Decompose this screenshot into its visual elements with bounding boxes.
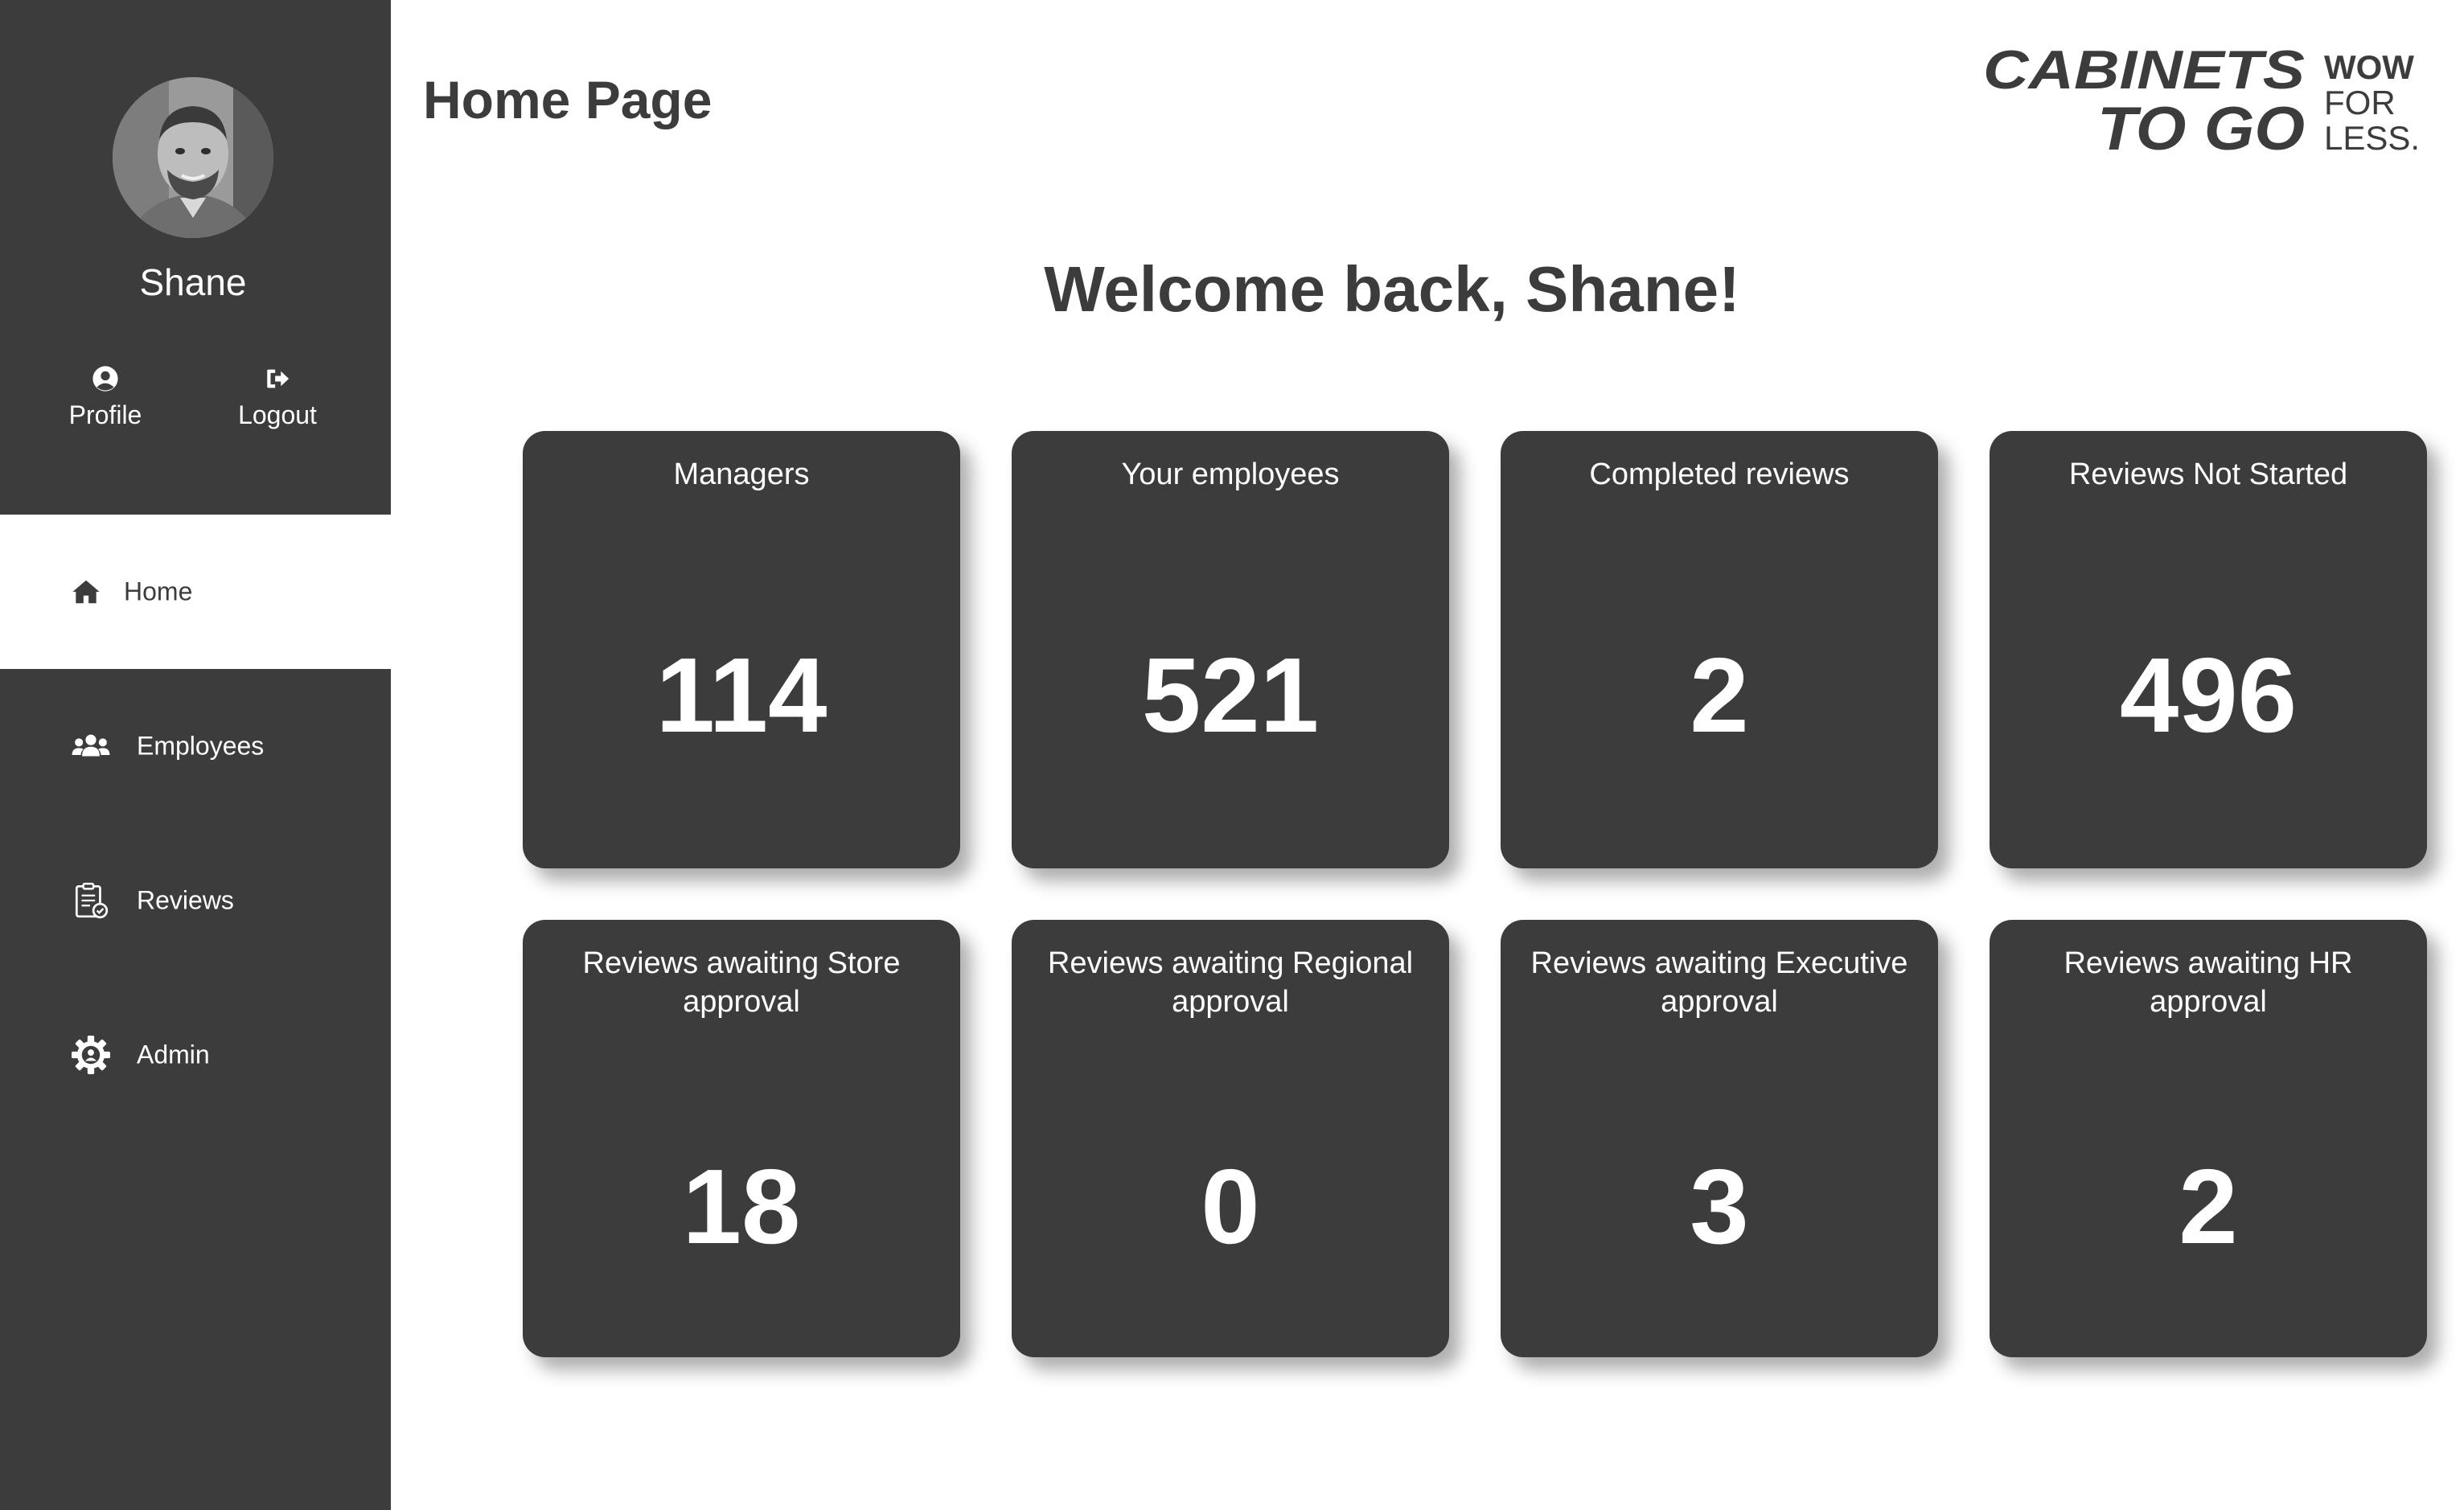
user-circle-icon	[92, 366, 118, 392]
sidebar-item-label: Reviews	[137, 885, 234, 915]
users-icon	[72, 734, 110, 757]
stat-card-title: Reviews awaiting Store approval	[582, 946, 901, 1019]
home-icon	[72, 580, 100, 604]
stat-card-title: Completed reviews	[1589, 458, 1850, 491]
sidebar-item-admin[interactable]: Admin	[0, 978, 391, 1132]
stat-card-title: Managers	[673, 458, 810, 491]
logout-button[interactable]: Logout	[209, 365, 346, 430]
sidebar-item-home[interactable]: Home	[0, 515, 391, 669]
avatar-photo	[113, 77, 273, 238]
clipboard-icon	[75, 882, 109, 919]
stat-card-your-employees[interactable]: Your employees 521	[1012, 431, 1449, 868]
profile-button[interactable]: Profile	[37, 365, 174, 430]
welcome-message: Welcome back, Shane!	[1044, 253, 1740, 325]
sidebar: Shane Profile Logout Home Employees Revi…	[0, 0, 391, 1510]
stat-card-completed-reviews[interactable]: Completed reviews 2	[1501, 431, 1938, 868]
stat-card-title: Reviews awaiting Regional approval	[1047, 946, 1414, 1019]
logo-tag2: FOR	[2324, 84, 2396, 121]
logout-label: Logout	[238, 400, 317, 429]
avatar[interactable]	[113, 77, 273, 238]
sidebar-item-reviews[interactable]: Reviews	[0, 823, 391, 978]
stat-card-awaiting-hr[interactable]: Reviews awaiting HR approval 2	[1990, 920, 2427, 1357]
brand-logo[interactable]: CABINETS TO GO WOW FOR LESS.	[1983, 47, 2425, 159]
stat-card-reviews-not-started[interactable]: Reviews Not Started 496	[1990, 431, 2427, 868]
stat-card-value: 521	[1141, 636, 1320, 754]
user-name: Shane	[139, 261, 247, 303]
stat-card-awaiting-regional[interactable]: Reviews awaiting Regional approval 0	[1012, 920, 1449, 1357]
stat-card-awaiting-store[interactable]: Reviews awaiting Store approval 18	[523, 920, 960, 1357]
sidebar-item-employees[interactable]: Employees	[0, 669, 391, 823]
logo-line1: CABINETS	[1983, 47, 2305, 101]
sign-out-icon	[267, 369, 290, 388]
stat-card-title: Reviews awaiting Executive approval	[1530, 946, 1908, 1019]
page-title: Home Page	[423, 70, 713, 129]
sidebar-item-label: Home	[124, 577, 193, 606]
stat-card-value: 18	[682, 1147, 801, 1266]
stat-card-title: Your employees	[1121, 458, 1340, 491]
stat-card-title: Reviews Not Started	[2068, 458, 2348, 491]
stat-card-value: 0	[1201, 1147, 1260, 1266]
profile-label: Profile	[68, 400, 142, 429]
stat-card-value: 2	[2179, 1147, 2238, 1266]
sidebar-item-label: Employees	[137, 731, 265, 761]
stat-card-awaiting-executive[interactable]: Reviews awaiting Executive approval 3	[1501, 920, 1938, 1357]
stat-card-value: 114	[655, 636, 827, 754]
gear-icon	[72, 1036, 110, 1074]
stat-card-title: Reviews awaiting HR approval	[2064, 946, 2353, 1019]
sidebar-item-label: Admin	[137, 1040, 210, 1069]
stat-card-value: 2	[1690, 636, 1749, 754]
stat-card-value: 496	[2119, 636, 2298, 754]
stat-card-managers[interactable]: Managers 114	[523, 431, 960, 868]
stat-card-value: 3	[1690, 1147, 1749, 1266]
logo-tag1: WOW	[2324, 48, 2414, 86]
logo-line2: TO GO	[2097, 95, 2305, 159]
logo-tag3: LESS.	[2324, 119, 2420, 157]
